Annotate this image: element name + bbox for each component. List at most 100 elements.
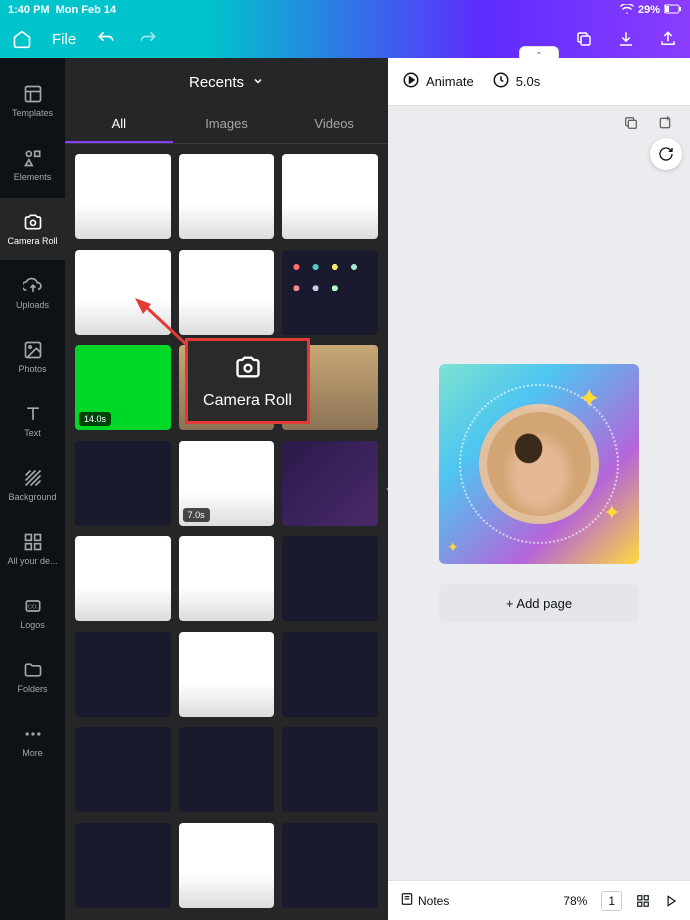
camera-icon xyxy=(232,353,264,386)
media-thumbnail[interactable] xyxy=(282,727,378,812)
media-thumbnail[interactable] xyxy=(282,823,378,908)
sidebar-item-label: Camera Roll xyxy=(7,236,57,246)
uploads-icon xyxy=(23,276,43,296)
callout-label: Camera Roll xyxy=(203,392,292,410)
copy-button[interactable] xyxy=(572,27,596,51)
media-thumbnail[interactable] xyxy=(75,536,171,621)
svg-text:CO.: CO. xyxy=(27,605,38,611)
status-bar: 1:40 PM Mon Feb 14 29% xyxy=(0,0,690,20)
tab-all[interactable]: All xyxy=(65,106,173,143)
duplicate-page-button[interactable] xyxy=(620,112,642,134)
media-thumbnail[interactable] xyxy=(282,441,378,526)
sidebar-item-logos[interactable]: CO.Logos xyxy=(0,582,65,644)
zoom-level[interactable]: 78% xyxy=(563,894,587,908)
grid-view-button[interactable] xyxy=(636,894,650,908)
page-count[interactable]: 1 xyxy=(601,891,622,911)
duration-badge: 7.0s xyxy=(183,508,210,522)
star-icon: ✦ xyxy=(578,382,601,415)
media-thumbnail[interactable] xyxy=(282,536,378,621)
media-thumbnail[interactable] xyxy=(179,536,275,621)
new-page-button[interactable] xyxy=(654,112,676,134)
sidebar-item-more[interactable]: More xyxy=(0,710,65,772)
wifi-icon xyxy=(620,4,634,17)
sidebar-item-uploads[interactable]: Uploads xyxy=(0,262,65,324)
duration-button[interactable]: 5.0s xyxy=(492,71,541,92)
chevron-down-icon xyxy=(252,74,264,91)
present-button[interactable] xyxy=(664,894,678,908)
status-time: 1:40 PM xyxy=(8,4,50,16)
status-date: Mon Feb 14 xyxy=(56,4,117,16)
design-canvas[interactable]: ✦ ✦ ✦ xyxy=(439,364,639,564)
tab-images[interactable]: Images xyxy=(173,106,281,143)
refresh-button[interactable] xyxy=(650,138,682,170)
sidebar-item-label: Text xyxy=(24,428,41,438)
background-icon xyxy=(23,468,43,488)
duration-label: 5.0s xyxy=(516,74,541,89)
share-button[interactable] xyxy=(656,27,680,51)
sidebar-item-text[interactable]: Text xyxy=(0,390,65,452)
sidebar-item-label: Background xyxy=(8,492,56,502)
canvas-content: ✦ ✦ ✦ + Add page xyxy=(388,106,690,880)
avatar-photo xyxy=(479,404,599,524)
left-sidebar: Templates Elements Camera Roll Uploads Photo… xyxy=(0,58,65,920)
sidebar-item-label: Templates xyxy=(12,108,53,118)
media-thumbnail[interactable] xyxy=(179,154,275,239)
media-grid: 14.0s 7.0s xyxy=(65,144,388,920)
media-panel: Recents AllImagesVideos 14.0s 7.0s Camera… xyxy=(65,58,388,920)
file-menu[interactable]: File xyxy=(52,31,76,48)
panel-header-label: Recents xyxy=(189,74,244,91)
home-button[interactable] xyxy=(10,27,34,51)
panel-header-dropdown[interactable]: Recents xyxy=(65,58,388,106)
battery-icon xyxy=(664,4,682,17)
sidebar-item-templates[interactable]: Templates xyxy=(0,70,65,132)
sidebar-item-label: Folders xyxy=(17,684,47,694)
media-thumbnail[interactable] xyxy=(282,154,378,239)
animate-label: Animate xyxy=(426,74,474,89)
media-thumbnail[interactable]: 7.0s xyxy=(179,441,275,526)
sidebar-item-elements[interactable]: Elements xyxy=(0,134,65,196)
media-thumbnail[interactable] xyxy=(179,823,275,908)
download-button[interactable] xyxy=(614,27,638,51)
media-thumbnail[interactable] xyxy=(179,727,275,812)
sidebar-item-background[interactable]: Background xyxy=(0,454,65,516)
media-thumbnail[interactable] xyxy=(75,441,171,526)
media-thumbnail[interactable]: 14.0s xyxy=(75,345,171,430)
media-thumbnail[interactable] xyxy=(282,250,378,335)
elements-icon xyxy=(23,148,43,168)
expand-timeline-handle[interactable] xyxy=(519,46,559,58)
redo-button[interactable] xyxy=(136,27,160,51)
sidebar-item-designs[interactable]: All your de... xyxy=(0,518,65,580)
sidebar-item-label: All your de... xyxy=(7,556,57,566)
media-thumbnail[interactable] xyxy=(75,727,171,812)
sidebar-item-label: Elements xyxy=(14,172,52,182)
undo-button[interactable] xyxy=(94,27,118,51)
media-thumbnail[interactable] xyxy=(282,632,378,717)
media-thumbnail[interactable] xyxy=(75,154,171,239)
star-icon: ✦ xyxy=(603,500,621,526)
photos-icon xyxy=(23,340,43,360)
sidebar-item-label: More xyxy=(22,748,43,758)
notes-label: Notes xyxy=(418,894,449,908)
star-icon: ✦ xyxy=(447,539,459,556)
sidebar-item-photos[interactable]: Photos xyxy=(0,326,65,388)
media-thumbnail[interactable] xyxy=(179,250,275,335)
tutorial-arrow xyxy=(133,296,193,351)
sidebar-item-label: Uploads xyxy=(16,300,49,310)
media-thumbnail[interactable] xyxy=(179,632,275,717)
camera-icon xyxy=(23,212,43,232)
animate-button[interactable]: Animate xyxy=(402,71,474,92)
media-thumbnail[interactable] xyxy=(75,823,171,908)
status-battery: 29% xyxy=(638,4,660,16)
add-page-button[interactable]: + Add page xyxy=(439,584,639,622)
tab-videos[interactable]: Videos xyxy=(280,106,388,143)
notes-icon xyxy=(400,892,414,909)
notes-button[interactable]: Notes xyxy=(400,892,449,909)
logos-icon: CO. xyxy=(23,596,43,616)
top-toolbar: File xyxy=(0,20,690,58)
sidebar-item-label: Photos xyxy=(18,364,46,374)
more-icon xyxy=(23,724,43,744)
sidebar-item-folders[interactable]: Folders xyxy=(0,646,65,708)
text-icon xyxy=(23,404,43,424)
sidebar-item-camera[interactable]: Camera Roll xyxy=(0,198,65,260)
media-thumbnail[interactable] xyxy=(75,632,171,717)
